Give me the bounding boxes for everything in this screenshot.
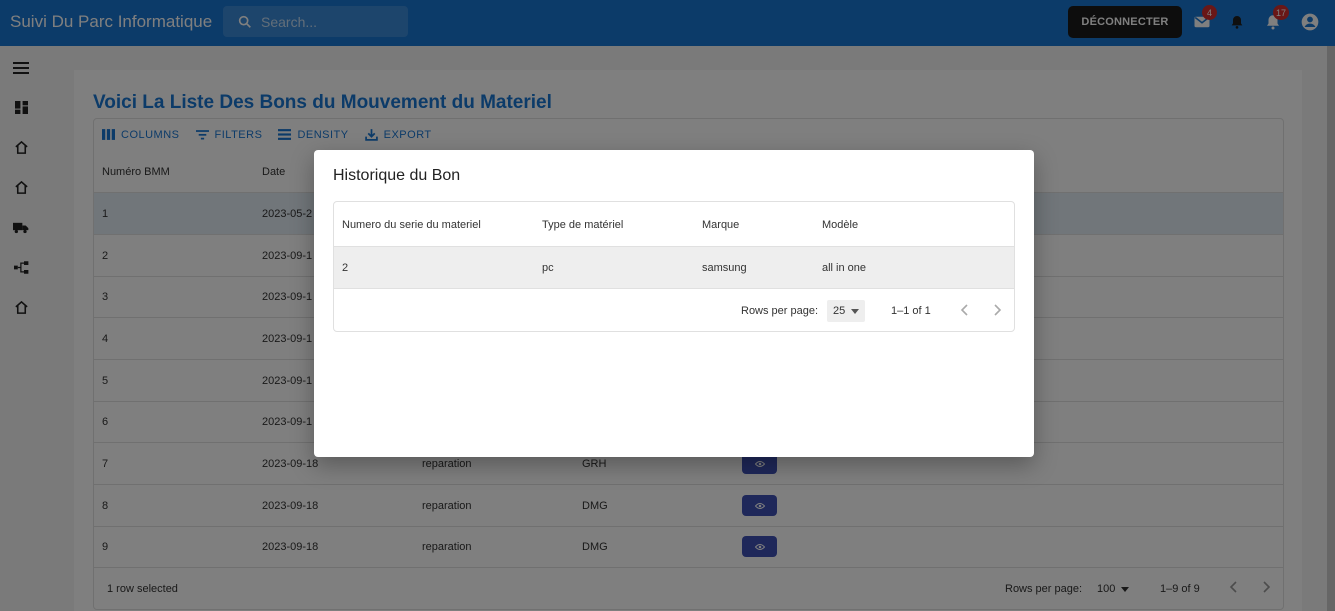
- history-grid: Numero du serie du materiel Type de maté…: [333, 201, 1015, 332]
- next-page-button[interactable]: [992, 304, 1002, 319]
- chevron-right-icon: [994, 304, 1002, 316]
- table-row[interactable]: 2 pc samsung all in one: [334, 247, 1014, 289]
- modal-title: Historique du Bon: [333, 167, 461, 184]
- history-modal: Historique du Bon Numero du serie du mat…: [314, 150, 1034, 457]
- chevron-left-icon: [960, 304, 968, 316]
- rows-per-page-value: 25: [833, 305, 846, 317]
- column-header-modele[interactable]: Modèle: [822, 219, 858, 231]
- column-header-type[interactable]: Type de matériel: [542, 219, 623, 231]
- cell-modele: all in one: [822, 262, 867, 274]
- prev-page-button[interactable]: [960, 304, 970, 319]
- column-header-marque[interactable]: Marque: [702, 219, 739, 231]
- page-range: 1–1 of 1: [891, 305, 931, 317]
- cell-marque: samsung: [702, 262, 747, 274]
- column-header-serie[interactable]: Numero du serie du materiel: [342, 219, 481, 231]
- caret-down-icon: [851, 308, 860, 314]
- history-grid-header: Numero du serie du materiel Type de maté…: [334, 202, 1014, 247]
- history-grid-footer: Rows per page: 25 1–1 of 1: [334, 289, 1014, 331]
- cell-type: pc: [542, 262, 554, 274]
- rows-per-page-label: Rows per page:: [741, 305, 819, 317]
- cell-serie: 2: [342, 262, 349, 274]
- rows-per-page-select[interactable]: 25: [827, 300, 866, 322]
